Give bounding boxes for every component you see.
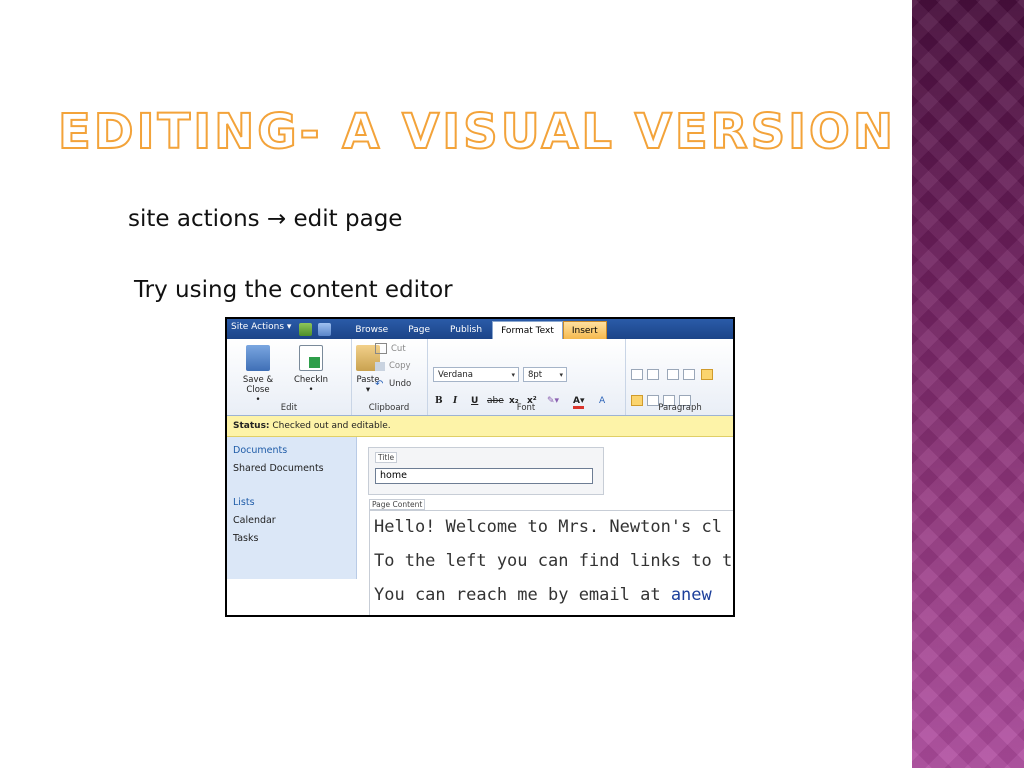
font-size-select[interactable]: 8pt ▾ bbox=[523, 367, 567, 382]
paragraph-group-label: Paragraph bbox=[658, 403, 702, 413]
paragraph-group: Paragraph bbox=[625, 339, 733, 415]
ribbon-topbar: Site Actions ▾ Browse Page Publish Forma… bbox=[227, 319, 733, 339]
status-label: Status: bbox=[233, 421, 270, 431]
checkin-label: CheckIn bbox=[293, 375, 329, 385]
checkin-dropdown-icon: • bbox=[308, 385, 314, 395]
cut-label: Cut bbox=[391, 343, 406, 354]
font-family-select[interactable]: Verdana ▾ bbox=[433, 367, 519, 382]
checkin-icon bbox=[299, 345, 323, 371]
save-close-button[interactable]: Save & Close • bbox=[231, 345, 285, 405]
site-actions-label: Site Actions ▾ bbox=[231, 322, 292, 332]
nav-lists-heading[interactable]: Lists bbox=[233, 497, 356, 508]
save-quick-icon[interactable] bbox=[299, 323, 313, 336]
undo-icon: ↶ bbox=[375, 378, 384, 390]
quick-launch-nav: Documents Shared Documents Lists Calenda… bbox=[227, 437, 357, 579]
nav-gap bbox=[233, 481, 356, 497]
email-link[interactable]: anew bbox=[671, 585, 712, 605]
checkin-button[interactable]: CheckIn • bbox=[289, 345, 333, 395]
scissors-icon bbox=[375, 343, 387, 354]
edit-group: Save & Close • CheckIn • Edit bbox=[227, 339, 352, 415]
nav-documents-heading[interactable]: Documents bbox=[233, 445, 356, 456]
status-bar: Status: Checked out and editable. bbox=[227, 416, 733, 437]
content-line-3: You can reach me by email at anew bbox=[374, 585, 712, 605]
tab-format-text[interactable]: Format Text bbox=[492, 321, 563, 339]
status-text: Checked out and editable. bbox=[269, 421, 391, 431]
font-group-label: Font bbox=[516, 403, 536, 413]
instruction-content-editor: Try using the content editor bbox=[134, 277, 453, 303]
indent-icon[interactable] bbox=[683, 369, 695, 380]
save-icon bbox=[246, 345, 270, 371]
save-close-label: Save & Close bbox=[242, 375, 274, 395]
edit-group-label: Edit bbox=[280, 403, 298, 413]
undo-label: Undo bbox=[389, 379, 412, 389]
font-size-dropdown-icon: ▾ bbox=[559, 371, 563, 379]
tab-browse[interactable]: Browse bbox=[345, 325, 398, 339]
bullets-icon[interactable] bbox=[631, 369, 643, 380]
copy-button[interactable]: Copy bbox=[375, 361, 411, 371]
decorative-side-band bbox=[912, 0, 1024, 768]
clipboard-group: Paste ▾ Cut Copy ↶ Undo Clipboard bbox=[351, 339, 428, 415]
content-line-2: To the left you can find links to the bbox=[374, 551, 733, 571]
font-group: Verdana ▾ 8pt ▾ B I U abe x₂ x² ✎▾ A▾ A Fo… bbox=[427, 339, 626, 415]
page-content-editor[interactable]: Hello! Welcome to Mrs. Newton's cl To th… bbox=[369, 510, 733, 615]
nav-shared-documents[interactable]: Shared Documents bbox=[233, 463, 356, 474]
tab-insert[interactable]: Insert bbox=[562, 321, 607, 339]
nav-tasks[interactable]: Tasks bbox=[233, 533, 356, 544]
content-line-1: Hello! Welcome to Mrs. Newton's cl bbox=[374, 517, 722, 537]
numbering-icon[interactable] bbox=[647, 369, 659, 380]
undo-button[interactable]: ↶ Undo bbox=[375, 379, 411, 389]
page-edit-area: Title Page Content Hello! Welcome to Mrs… bbox=[358, 437, 733, 615]
content-line-3-text: You can reach me by email at bbox=[374, 585, 671, 605]
slide-title: Editing- a visual version bbox=[57, 103, 896, 161]
title-input[interactable] bbox=[375, 468, 593, 484]
copy-icon bbox=[375, 361, 385, 371]
title-field-label: Title bbox=[375, 452, 398, 463]
cut-button[interactable]: Cut bbox=[375, 343, 406, 354]
page-content-label: Page Content bbox=[369, 499, 426, 510]
title-field-container: Title bbox=[368, 447, 604, 495]
instruction-site-actions: site actions → edit page bbox=[128, 206, 403, 232]
site-actions-menu[interactable]: Site Actions ▾ bbox=[227, 319, 299, 339]
tab-page[interactable]: Page bbox=[398, 325, 440, 339]
ltr-icon[interactable] bbox=[701, 369, 713, 380]
nav-calendar[interactable]: Calendar bbox=[233, 515, 356, 526]
ribbon: Save & Close • CheckIn • Edit Paste ▾ Cu… bbox=[227, 339, 733, 416]
tab-publish[interactable]: Publish bbox=[440, 325, 492, 339]
font-family-dropdown-icon: ▾ bbox=[511, 371, 515, 379]
outdent-icon[interactable] bbox=[667, 369, 679, 380]
editor-screenshot: Site Actions ▾ Browse Page Publish Forma… bbox=[225, 317, 735, 617]
font-family-value: Verdana bbox=[438, 370, 473, 380]
copy-label: Copy bbox=[389, 361, 411, 371]
clipboard-group-label: Clipboard bbox=[368, 403, 410, 413]
font-size-value: 8pt bbox=[528, 370, 543, 380]
edit-quick-icon[interactable] bbox=[318, 323, 332, 336]
